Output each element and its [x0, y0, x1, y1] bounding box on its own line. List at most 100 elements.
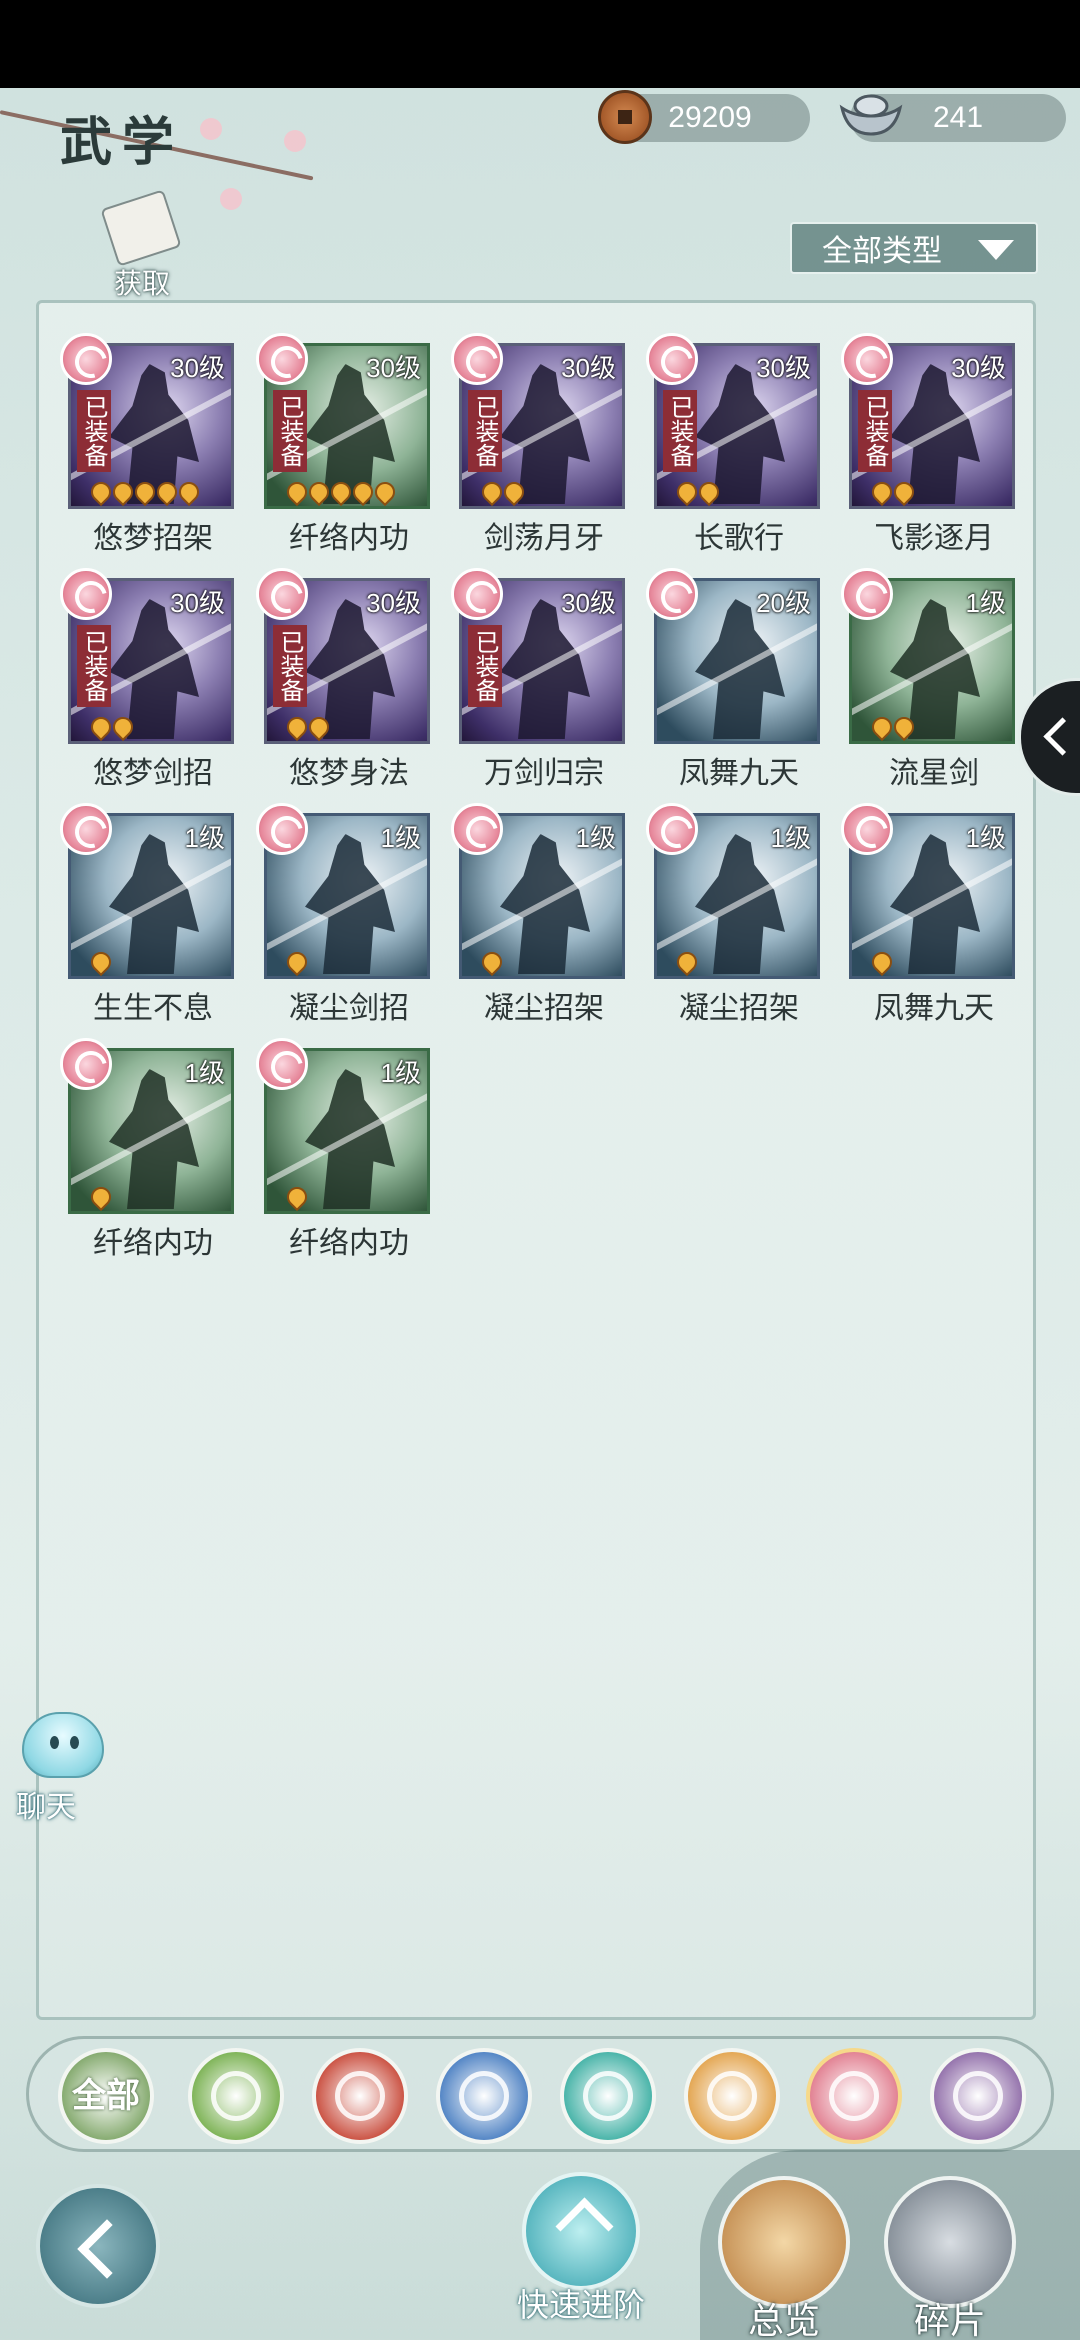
rank-flames — [282, 477, 400, 506]
skill-card[interactable]: 30级 已装备 万剑归宗 — [451, 568, 627, 791]
skill-card[interactable]: 30级 已装备 悠梦身法 — [256, 568, 432, 791]
moon-school-icon — [60, 568, 112, 620]
scroll-icon — [100, 189, 182, 267]
flame-icon — [867, 712, 897, 741]
skill-name: 长歌行 — [694, 521, 784, 556]
moon-school-icon — [841, 333, 893, 385]
sword-icon — [211, 2071, 261, 2121]
blossom-decoration — [220, 188, 242, 210]
skill-card[interactable]: 1级凝尘招架 — [646, 803, 822, 1026]
overview-button[interactable]: 总览 — [718, 2176, 854, 2340]
skill-card[interactable]: 30级 已装备 剑荡月牙 — [451, 333, 627, 556]
skill-level: 30级 — [951, 353, 1006, 383]
skill-level: 30级 — [170, 588, 225, 618]
moon-school-icon — [256, 803, 308, 855]
flame-icon — [335, 2071, 385, 2121]
skill-card[interactable]: 1级 凤舞九天 — [841, 803, 1017, 1026]
rank-flames — [86, 712, 138, 741]
flame-icon — [282, 712, 312, 741]
skill-name: 飞影逐月 — [874, 521, 994, 556]
category-butterfly-button[interactable] — [560, 2048, 656, 2144]
flame-icon — [152, 477, 182, 506]
overview-label: 总览 — [747, 2301, 820, 2340]
skill-name: 悠梦身法 — [289, 756, 409, 791]
flame-icon — [499, 477, 529, 506]
page-title: 武学 — [60, 112, 185, 173]
skill-level: 1级 — [380, 1058, 421, 1088]
flame-icon — [477, 947, 507, 976]
flame-icon — [282, 947, 312, 976]
copper-coin-icon — [598, 90, 652, 144]
skill-level: 30级 — [756, 353, 811, 383]
moon-school-icon — [646, 803, 698, 855]
equipped-tag: 已装备 — [468, 390, 502, 472]
skill-level: 1级 — [184, 1058, 225, 1088]
skill-level: 1级 — [770, 823, 811, 853]
category-shield-button[interactable] — [684, 2048, 780, 2144]
skill-level: 30级 — [170, 353, 225, 383]
skill-level: 1级 — [380, 823, 421, 853]
flame-icon — [108, 712, 138, 741]
category-sword-button[interactable] — [188, 2048, 284, 2144]
back-button[interactable] — [36, 2184, 160, 2308]
acquire-button[interactable]: 获取 — [96, 189, 186, 300]
skill-card[interactable]: 1级 流星剑 — [841, 568, 1017, 791]
skill-card[interactable]: 30级已装备飞影逐月 — [841, 333, 1017, 556]
flame-icon — [348, 477, 378, 506]
category-fire-button[interactable] — [312, 2048, 408, 2144]
equipped-tag: 已装备 — [663, 390, 697, 472]
skill-name: 万剑归宗 — [484, 756, 604, 791]
moon-school-icon — [60, 333, 112, 385]
quick-advance-button[interactable]: 快速进阶 — [516, 2172, 646, 2324]
moon-school-icon — [256, 568, 308, 620]
flame-icon — [174, 477, 204, 506]
moon-school-icon — [841, 568, 893, 620]
dropdown-triangle-icon — [978, 240, 1014, 260]
skill-card[interactable]: 1级生生不息 — [60, 803, 236, 1026]
moon-school-icon — [646, 568, 698, 620]
moon-school-icon — [646, 333, 698, 385]
skill-card[interactable]: 1级 凝尘招架 — [451, 803, 627, 1026]
rank-flames — [867, 947, 897, 976]
type-filter-value: 全部类型 — [822, 234, 942, 269]
equipped-tag: 已装备 — [858, 390, 892, 472]
type-filter-dropdown[interactable]: 全部类型 — [790, 222, 1038, 274]
rank-flames — [282, 1182, 312, 1211]
fragments-button[interactable]: 碎片 — [884, 2176, 1020, 2340]
skill-name: 凤舞九天 — [874, 991, 994, 1026]
flame-icon — [282, 1182, 312, 1211]
rank-flames — [282, 947, 312, 976]
chat-button[interactable]: 聊天 — [4, 1712, 104, 1825]
skill-card[interactable]: 1级 纤络内功 — [60, 1038, 236, 1261]
skill-level: 20级 — [756, 588, 811, 618]
skill-card[interactable]: 30级已装备长歌行 — [646, 333, 822, 556]
skill-card[interactable]: 30级 已装备 悠梦剑招 — [60, 568, 236, 791]
rank-flames — [867, 712, 919, 741]
flame-icon — [694, 477, 724, 506]
flame-icon — [86, 712, 116, 741]
equipped-tag: 已装备 — [77, 625, 111, 707]
skill-level: 30级 — [561, 588, 616, 618]
rank-flames — [477, 947, 507, 976]
flame-icon — [477, 477, 507, 506]
skill-name: 凝尘招架 — [679, 991, 799, 1026]
chat-mascot-icon — [22, 1712, 104, 1778]
skill-name: 生生不息 — [93, 991, 213, 1026]
category-all-button[interactable]: 全部 — [58, 2048, 154, 2144]
skill-level: 1级 — [184, 823, 225, 853]
skill-level: 1级 — [965, 588, 1006, 618]
skill-card[interactable]: 30级 已装备 纤络内功 — [256, 333, 432, 556]
category-water-button[interactable] — [436, 2048, 532, 2144]
skill-card[interactable]: 1级 纤络内功 — [256, 1038, 432, 1261]
flame-icon — [370, 477, 400, 506]
rank-flames — [282, 712, 334, 741]
skill-card[interactable]: 30级 已装备 悠梦招架 — [60, 333, 236, 556]
category-moon-button[interactable] — [806, 2048, 902, 2144]
category-rose-button[interactable] — [930, 2048, 1026, 2144]
shield-icon — [707, 2071, 757, 2121]
skill-name: 纤络内功 — [289, 521, 409, 556]
rank-flames — [86, 947, 116, 976]
skill-card[interactable]: 20级 凤舞九天 — [646, 568, 822, 791]
skill-card[interactable]: 1级 凝尘剑招 — [256, 803, 432, 1026]
moon-icon — [829, 2071, 879, 2121]
